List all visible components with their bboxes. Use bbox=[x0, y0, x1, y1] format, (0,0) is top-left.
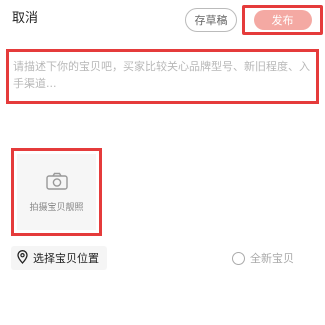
publish-button[interactable]: 发布 bbox=[253, 10, 312, 30]
publish-item-screen: 取消 存草稿 发布 请描述下你的宝贝吧，买家比较关心品牌型号、新旧程度、入手渠道… bbox=[0, 0, 325, 325]
save-draft-label: 存草稿 bbox=[194, 14, 228, 27]
photo-highlight: 拍摄宝贝靓照 bbox=[11, 148, 102, 236]
description-placeholder: 请描述下你的宝贝吧，买家比较关心品牌型号、新旧程度、入手渠道... bbox=[13, 60, 310, 90]
description-field[interactable]: 请描述下你的宝贝吧，买家比较关心品牌型号、新旧程度、入手渠道... bbox=[6, 49, 319, 104]
camera-icon bbox=[45, 172, 68, 190]
location-pin-icon bbox=[17, 249, 28, 268]
add-photo-label: 拍摄宝贝靓照 bbox=[29, 202, 84, 213]
publish-highlight: 发布 bbox=[242, 5, 323, 35]
add-photo-button[interactable]: 拍摄宝贝靓照 bbox=[17, 154, 96, 230]
brand-new-radio[interactable] bbox=[232, 251, 245, 265]
cancel-button[interactable]: 取消 bbox=[12, 10, 38, 28]
save-draft-button[interactable]: 存草稿 bbox=[185, 8, 237, 32]
select-location-button[interactable]: 选择宝贝位置 bbox=[11, 246, 107, 270]
brand-new-toggle[interactable]: 全新宝贝 bbox=[232, 250, 294, 266]
select-location-label: 选择宝贝位置 bbox=[33, 252, 99, 265]
publish-label: 发布 bbox=[271, 14, 294, 27]
brand-new-label: 全新宝贝 bbox=[250, 252, 294, 265]
